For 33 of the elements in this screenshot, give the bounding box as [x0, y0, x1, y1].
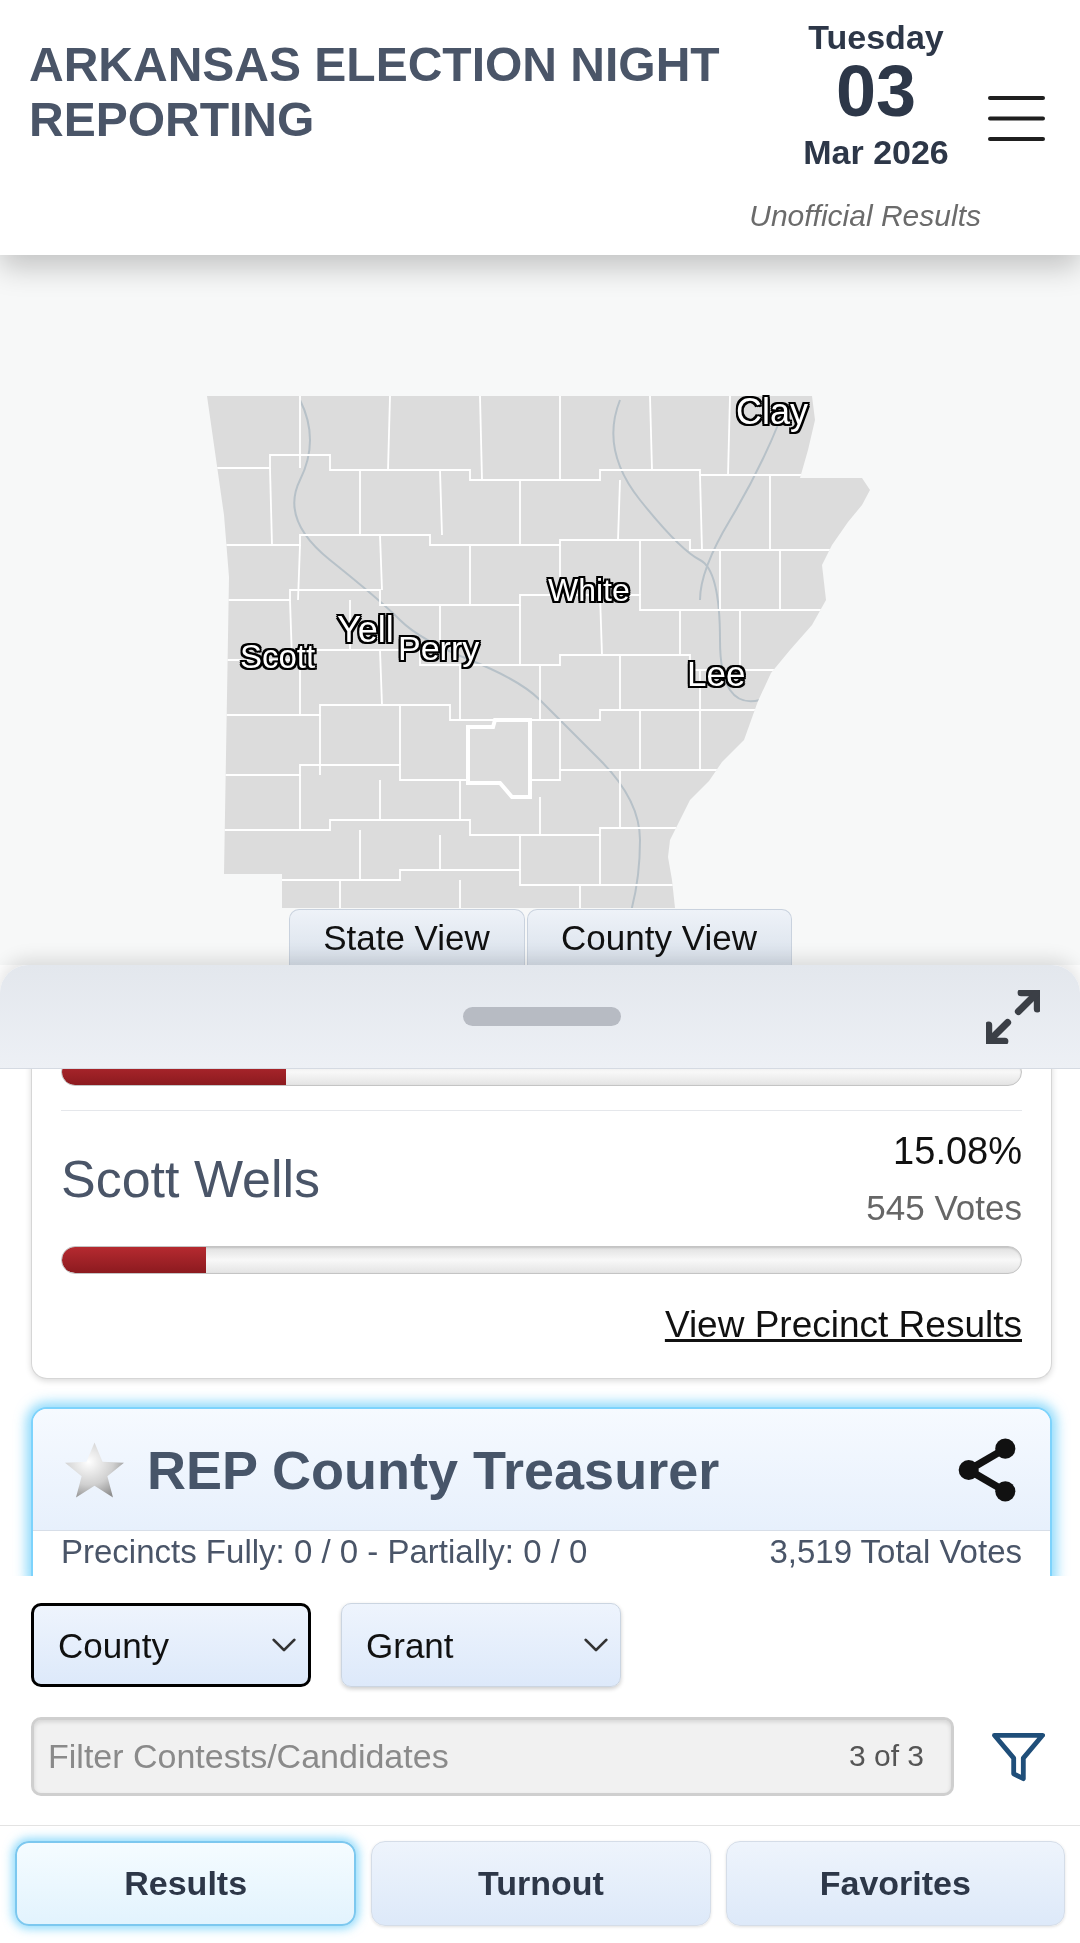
chevron-down-icon	[272, 1638, 296, 1652]
county-label: White	[548, 574, 630, 606]
dropdown-select[interactable]: County	[31, 1603, 311, 1687]
bottom-nav-tab[interactable]: Turnout	[371, 1841, 711, 1926]
vote-count: 545 Votes	[866, 1187, 1022, 1229]
site-title: ARKANSAS ELECTION NIGHT REPORTING	[29, 37, 721, 147]
drag-handle[interactable]	[463, 1007, 621, 1026]
dropdown-select[interactable]: Grant	[341, 1603, 621, 1687]
favorite-star-icon[interactable]	[65, 1441, 124, 1498]
result-count: 3 of 3	[848, 1741, 924, 1771]
results-status-note: Unofficial Results	[749, 198, 981, 234]
contest-title: REP County Treasurer	[147, 1439, 720, 1500]
date-day: 03	[835, 55, 917, 127]
county-label: Scott	[240, 640, 316, 673]
map-view-button[interactable]: County View	[526, 909, 792, 965]
filter-icon[interactable]	[992, 1731, 1045, 1782]
date-weekday: Tuesday	[808, 17, 944, 57]
county-label: Clay	[736, 394, 809, 430]
view-precinct-results-link[interactable]: View Precinct Results	[664, 1303, 1022, 1347]
candidate-name: Scott Wells	[61, 1149, 321, 1209]
date-month-year: Mar 2026	[803, 132, 949, 172]
total-votes: 3,519 Total Votes	[769, 1534, 1022, 1570]
county-label: Yell	[337, 612, 394, 648]
expand-icon[interactable]	[986, 989, 1040, 1044]
map-view-button[interactable]: State View	[288, 909, 525, 965]
county-label: Lee	[687, 656, 746, 691]
chevron-down-icon	[584, 1638, 608, 1652]
bottom-nav-tab[interactable]: Favorites	[725, 1841, 1065, 1926]
vote-percent: 15.08%	[893, 1129, 1022, 1174]
precincts-reporting: Precincts Fully: 0 / 0 - Partially: 0 / 0	[61, 1534, 588, 1570]
menu-icon[interactable]	[988, 96, 1045, 141]
share-icon[interactable]	[958, 1437, 1016, 1502]
bottom-nav-tab[interactable]: Results	[15, 1841, 357, 1926]
